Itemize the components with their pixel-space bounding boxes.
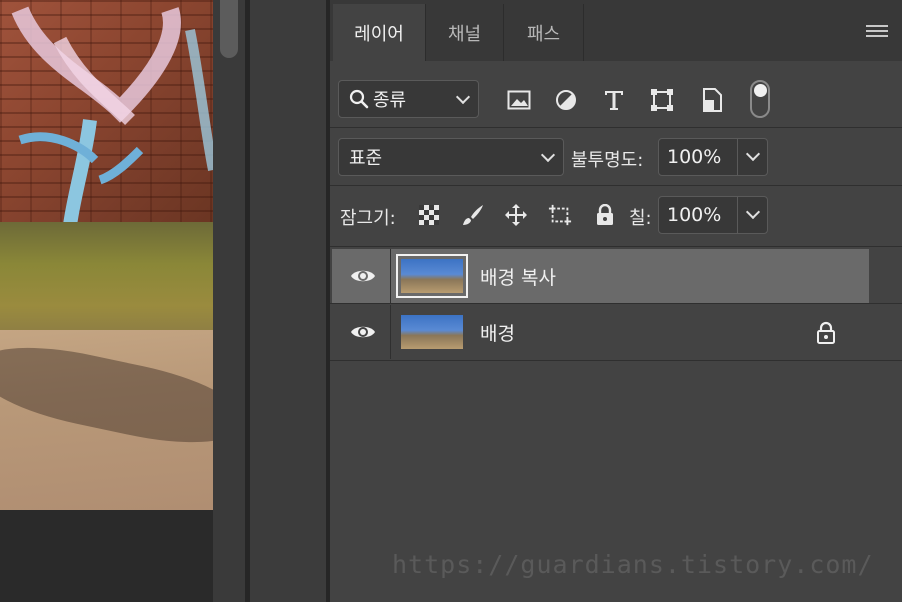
tab-paths[interactable]: 패스 [504,4,584,61]
collapsed-dock [250,0,326,602]
type-filter-icon[interactable] [600,86,628,114]
row-divider [390,249,391,303]
row-divider [330,185,902,186]
shape-filter-icon[interactable] [648,86,676,114]
watermark-text: https://guardians.tistory.com/ [392,550,874,579]
eye-icon[interactable] [350,322,376,342]
smart-object-filter-icon[interactable] [698,86,726,114]
chevron-down-icon [540,147,556,163]
layer-row[interactable]: 배경 [332,305,869,359]
canvas-image[interactable] [0,0,213,510]
chevron-down-icon [745,146,761,162]
eye-icon[interactable] [350,266,376,286]
lock-all-icon[interactable] [593,203,617,227]
opacity-label: 불투명도: [571,150,644,171]
layer-row[interactable]: 배경 복사 [332,249,869,303]
row-divider [330,127,902,128]
canvas-scrollbar-track[interactable] [213,0,245,602]
layer-name[interactable]: 배경 복사 [480,263,556,290]
lock-pixels-icon[interactable] [461,203,485,227]
lock-transparent-icon[interactable] [417,203,441,227]
photo-grass [0,222,213,342]
tab-layers[interactable]: 레이어 [333,4,426,61]
filter-toggle[interactable] [750,80,770,118]
graffiti-flower [11,6,213,226]
canvas-pasteboard [0,510,213,602]
chevron-down-icon [745,204,761,220]
filter-toggle-knob [754,84,767,97]
lock-artboard-icon[interactable] [548,203,572,227]
panel-menu-icon[interactable] [866,25,888,39]
thumbnail-image [401,259,463,293]
layers-panel: 레이어 채널 패스 종류 표준 불투명도: 100% 잠그기: 칠: 100% … [330,0,902,602]
fill-field[interactable]: 100% [658,196,768,234]
blend-mode-select[interactable]: 표준 [338,138,564,176]
filter-type-label: 종류 [373,90,407,111]
search-icon [349,89,369,109]
image-filter-icon[interactable] [505,86,533,114]
layer-thumbnail[interactable] [396,310,468,354]
lock-position-icon[interactable] [504,203,528,227]
row-divider [390,305,391,359]
layer-lock-icon[interactable] [816,321,836,345]
fill-label: 칠: [629,208,652,229]
blend-mode-value: 표준 [349,148,383,169]
opacity-field[interactable]: 100% [658,138,768,176]
lock-label: 잠그기: [340,208,396,229]
chevron-down-icon [455,89,471,105]
fill-dropdown-button[interactable] [737,197,767,233]
row-divider [330,303,902,304]
row-divider [330,360,902,361]
layer-name[interactable]: 배경 [480,319,515,346]
tab-channels[interactable]: 채널 [426,4,504,61]
adjustment-filter-icon[interactable] [552,86,580,114]
opacity-dropdown-button[interactable] [737,139,767,175]
layer-thumbnail[interactable] [396,254,468,298]
canvas-scrollbar-thumb[interactable] [220,0,238,58]
layer-filter-select[interactable]: 종류 [338,80,479,118]
panel-tab-bar: 레이어 채널 패스 [330,0,902,61]
row-divider [330,246,902,247]
opacity-value[interactable]: 100% [667,146,721,168]
thumbnail-image [401,315,463,349]
fill-value[interactable]: 100% [667,204,721,226]
